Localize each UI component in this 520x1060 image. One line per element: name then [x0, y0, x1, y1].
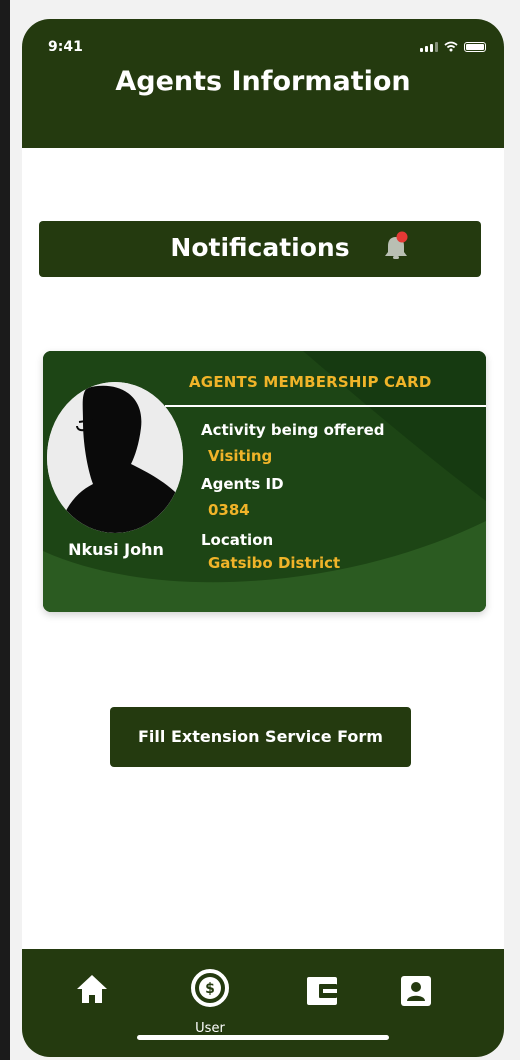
home-indicator — [137, 1035, 389, 1040]
contact-card-icon — [401, 976, 431, 1006]
tab-user[interactable]: $ User — [188, 967, 232, 1037]
phone-screen: 9:41 Agents Information Notifications AG… — [22, 19, 504, 1057]
notification-bell-icon — [385, 231, 408, 259]
page-title: Agents Information — [115, 66, 411, 97]
agent-id-label: Agents ID — [201, 475, 284, 493]
cellular-signal-icon — [420, 41, 438, 52]
card-title: AGENTS MEMBERSHIP CARD — [189, 373, 432, 391]
main-content: Notifications AGENTS MEMBERSHIP CARD Nku… — [22, 148, 504, 949]
status-icons — [420, 41, 486, 52]
agent-name: Nkusi John — [68, 540, 164, 559]
wifi-icon — [444, 41, 458, 52]
tab-home[interactable] — [70, 969, 114, 1013]
tab-contacts[interactable] — [394, 969, 438, 1013]
battery-icon — [464, 41, 486, 52]
activity-value: Visiting — [208, 447, 273, 465]
card-divider — [165, 405, 486, 407]
activity-label: Activity being offered — [201, 421, 385, 439]
location-label: Location — [201, 531, 274, 549]
location-value: Gatsibo District — [208, 554, 341, 572]
status-time: 9:41 — [48, 39, 83, 55]
fill-extension-form-button[interactable]: Fill Extension Service Form — [110, 707, 411, 767]
agent-id-value: 0384 — [208, 501, 250, 519]
bottom-tab-bar: $ User — [22, 949, 504, 1057]
notifications-button[interactable]: Notifications — [39, 221, 481, 277]
tab-wallet[interactable] — [300, 969, 344, 1013]
notifications-label: Notifications — [170, 233, 350, 262]
notification-badge — [396, 231, 408, 243]
wallet-icon — [307, 977, 337, 1005]
svg-text:$: $ — [205, 981, 215, 997]
person-silhouette — [47, 382, 183, 533]
avatar — [47, 382, 183, 533]
window-edge — [0, 0, 10, 1060]
home-icon — [77, 975, 107, 1003]
tab-user-label: User — [195, 1021, 225, 1036]
dollar-circle-icon: $ — [191, 969, 229, 1007]
membership-card: AGENTS MEMBERSHIP CARD Nkusi John Activi… — [43, 351, 486, 612]
